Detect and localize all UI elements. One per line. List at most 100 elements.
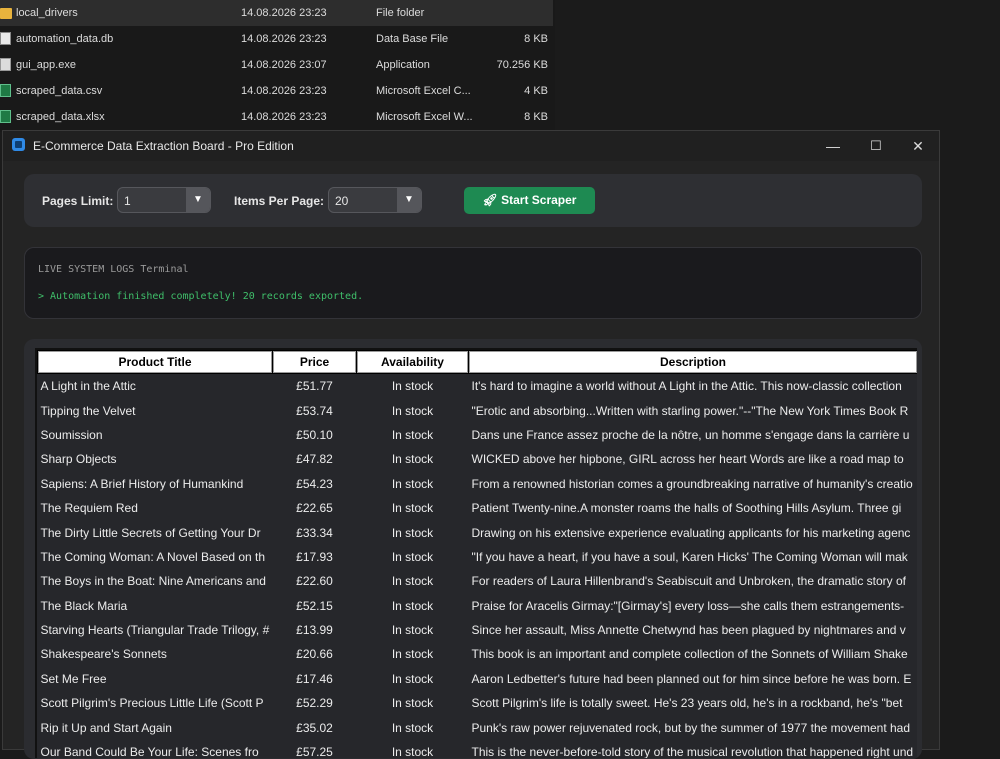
results-table-container[interactable]: Product Title Price Availability Descrip…	[35, 348, 917, 758]
close-button[interactable]: ✕	[903, 135, 933, 157]
file-date: 14.08.2026 23:23	[241, 85, 327, 97]
table-row[interactable]: Shakespeare's Sonnets £20.66 In stock This …	[38, 642, 918, 666]
file-date: 14.08.2026 23:23	[241, 7, 327, 19]
file-type: Microsoft Excel W...	[376, 111, 473, 123]
cell-product-title: Soumission	[40, 427, 103, 442]
log-title: LIVE SYSTEM LOGS Terminal	[38, 264, 189, 275]
table-row[interactable]: The Black Maria £52.15 In stock Praise for …	[38, 594, 918, 618]
cell-availability: In stock	[391, 720, 434, 735]
file-type: Microsoft Excel C...	[376, 85, 471, 97]
cell-product-title: The Requiem Red	[40, 501, 138, 516]
file-row[interactable]: automation_data.db 14.08.2026 23:23 Data B…	[0, 26, 553, 52]
items-per-page-value: 20	[335, 194, 349, 208]
table-header-row: Product Title Price Availability Descrip…	[37, 350, 917, 374]
file-row[interactable]: gui_app.exe 14.08.2026 23:07 Application 70…	[0, 52, 553, 78]
cell-description: For readers of Laura Hillenbrand's Seabi…	[471, 574, 907, 589]
file-name: gui_app.exe	[16, 59, 76, 71]
header-price[interactable]: Price	[272, 350, 357, 374]
log-line: > Automation finished completely! 20 rec…	[38, 291, 364, 302]
chevron-down-icon[interactable]: ▼	[186, 188, 210, 212]
minimize-button[interactable]: —	[818, 135, 848, 157]
cell-availability: In stock	[391, 549, 434, 564]
table-row[interactable]: The Coming Woman: A Novel Based on th £17…	[38, 545, 918, 569]
cell-description: Scott Pilgrim's life is totally sweet. H…	[471, 696, 903, 711]
cell-product-title: Tipping the Velvet	[40, 403, 136, 418]
start-scraper-button[interactable]: 🚀︎ Start Scraper	[464, 187, 595, 214]
cell-description: It's hard to imagine a world without A L…	[471, 379, 902, 394]
log-terminal: LIVE SYSTEM LOGS Terminal > Automation f…	[24, 247, 922, 319]
cell-product-title: The Dirty Little Secrets of Getting Your…	[40, 525, 261, 540]
cell-availability: In stock	[391, 525, 434, 540]
file-name: local_drivers	[16, 7, 78, 19]
cell-description: Punk's raw power rejuvenated rock, but b…	[471, 720, 911, 735]
table-row[interactable]: The Requiem Red £22.65 In stock Patient Twe…	[38, 496, 918, 520]
items-per-page-label: Items Per Page:	[234, 194, 325, 208]
start-scraper-label: Start Scraper	[501, 193, 577, 207]
cell-availability: In stock	[391, 427, 434, 442]
file-name: scraped_data.csv	[16, 85, 103, 97]
cell-availability: In stock	[391, 671, 434, 686]
file-date: 14.08.2026 23:23	[241, 33, 327, 45]
cell-description: Since her assault, Miss Annette Chetwynd…	[471, 623, 906, 638]
cell-product-title: Set Me Free	[40, 671, 107, 686]
rocket-icon: 🚀︎	[482, 193, 498, 207]
table-row[interactable]: Set Me Free £17.46 In stock Aaron Ledbetter…	[38, 667, 918, 691]
table-row[interactable]: Rip it Up and Start Again £35.02 In stock P…	[38, 715, 918, 739]
table-row[interactable]: Starving Hearts (Triangular Trade Trilog…	[38, 618, 918, 642]
cell-description: From a renowned historian comes a ground…	[471, 476, 913, 491]
table-row[interactable]: The Dirty Little Secrets of Getting Your…	[38, 520, 918, 544]
cell-description: "Erotic and absorbing...Written with sta…	[471, 403, 909, 418]
cell-description: Aaron Ledbetter's future had been planne…	[471, 671, 912, 686]
maximize-button[interactable]: ☐	[861, 135, 891, 157]
cell-price: £22.60	[296, 574, 333, 589]
table-row[interactable]: The Boys in the Boat: Nine Americans and…	[38, 569, 918, 593]
window-title: E-Commerce Data Extraction Board - Pro E…	[33, 139, 294, 153]
file-type: File folder	[376, 7, 425, 19]
file-row[interactable]: local_drivers 14.08.2026 23:23 File folder	[0, 0, 553, 26]
file-row[interactable]: scraped_data.xlsx 14.08.2026 23:23 Microso…	[0, 104, 553, 130]
cell-description: Patient Twenty-nine.A monster roams the …	[471, 501, 902, 516]
cell-price: £47.82	[296, 452, 333, 467]
file-name: scraped_data.xlsx	[16, 111, 105, 123]
cell-availability: In stock	[391, 574, 434, 589]
table-row[interactable]: Tipping the Velvet £53.74 In stock "Erotic …	[38, 398, 918, 422]
cell-price: £53.74	[296, 403, 333, 418]
folder-icon	[0, 8, 12, 19]
excel-file-icon	[0, 84, 11, 97]
cell-product-title: Starving Hearts (Triangular Trade Trilog…	[40, 623, 270, 638]
items-per-page-select[interactable]: 20 ▼	[328, 187, 422, 213]
file-row[interactable]: scraped_data.csv 14.08.2026 23:23 Microsof…	[0, 78, 553, 104]
cell-price: £50.10	[296, 427, 333, 442]
title-bar[interactable]: E-Commerce Data Extraction Board - Pro E…	[3, 131, 939, 161]
results-panel: Product Title Price Availability Descrip…	[24, 339, 922, 759]
cell-price: £22.65	[296, 501, 333, 516]
chevron-down-icon[interactable]: ▼	[397, 188, 421, 212]
cell-product-title: The Black Maria	[40, 598, 128, 613]
table-row[interactable]: A Light in the Attic £51.77 In stock It's h…	[38, 374, 918, 399]
header-availability[interactable]: Availability	[356, 350, 469, 374]
table-row[interactable]: Sapiens: A Brief History of Humankind £54…	[38, 472, 918, 496]
table-row[interactable]: Our Band Could Be Your Life: Scenes fro £…	[38, 740, 918, 758]
cell-price: £33.34	[296, 525, 333, 540]
pages-limit-value: 1	[124, 194, 131, 208]
table-row[interactable]: Sharp Objects £47.82 In stock WICKED above …	[38, 447, 918, 471]
file-date: 14.08.2026 23:23	[241, 111, 327, 123]
cell-product-title: Rip it Up and Start Again	[40, 720, 172, 735]
cell-price: £17.46	[296, 671, 333, 686]
file-explorer-list: local_drivers 14.08.2026 23:23 File folder…	[0, 0, 555, 132]
excel-file-icon	[0, 110, 11, 123]
cell-price: £35.02	[296, 720, 333, 735]
cell-description: Praise for Aracelis Girmay:"[Girmay's] e…	[471, 598, 905, 613]
cell-product-title: The Coming Woman: A Novel Based on th	[40, 549, 266, 564]
pages-limit-select[interactable]: 1 ▼	[117, 187, 211, 213]
cell-price: £51.77	[296, 379, 333, 394]
table-row[interactable]: Soumission £50.10 In stock Dans une France …	[38, 423, 918, 447]
file-size: 70.256 KB	[496, 59, 548, 71]
cell-product-title: Sapiens: A Brief History of Humankind	[40, 476, 244, 491]
table-row[interactable]: Scott Pilgrim's Precious Little Life (Sc…	[38, 691, 918, 715]
header-product-title[interactable]: Product Title	[37, 350, 273, 374]
pages-limit-label: Pages Limit:	[42, 194, 114, 208]
header-description[interactable]: Description	[468, 350, 917, 374]
database-file-icon	[0, 32, 11, 45]
cell-product-title: The Boys in the Boat: Nine Americans and	[40, 574, 266, 589]
